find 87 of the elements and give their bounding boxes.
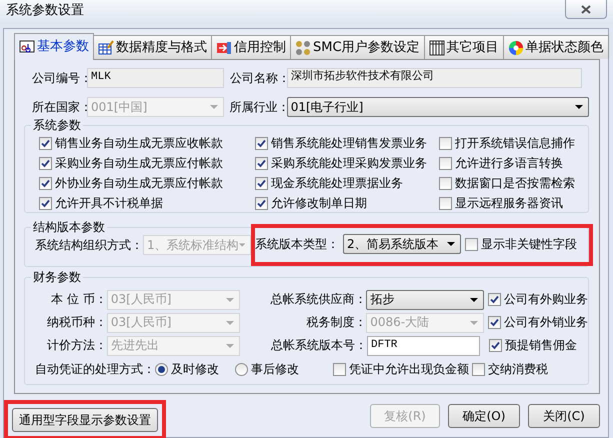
tab[interactable]: 信用控制 — [211, 35, 291, 59]
radio-button[interactable] — [235, 362, 248, 376]
field-label: 计价方法： — [46, 338, 107, 353]
radio-label: 事后修改 — [251, 362, 299, 376]
checkbox[interactable]: 数据窗口是否按需检索 — [438, 173, 588, 193]
checkbox[interactable]: 凭证中允许出现负金额 — [333, 359, 469, 379]
field-label: 公司名称： — [230, 70, 287, 86]
window-title: 系统参数设置 — [5, 2, 84, 19]
caret-icon — [210, 105, 218, 109]
checkbox[interactable]: 销售系统能处理销售发票业务 — [254, 133, 439, 153]
checkbox[interactable]: 销售业务自动生成无票应收帐款 — [39, 133, 255, 153]
checkbox[interactable]: 现金系统能处理票据业务 — [254, 173, 439, 193]
close-button[interactable] — [565, 0, 607, 19]
checkbox[interactable]: 采购业务自动生成无票应付帐款 — [39, 153, 255, 173]
tab[interactable]: 单据状态颜色 — [502, 35, 609, 59]
dropdown[interactable]: 01[电子行业] — [286, 97, 589, 117]
dropdown: 0086-大陆 — [366, 312, 484, 332]
checkbox[interactable]: 预提销售佣金 — [489, 336, 577, 356]
tab[interactable]: 基本参数 — [14, 33, 94, 60]
caret-icon — [447, 242, 455, 246]
check-icon — [491, 341, 500, 350]
caret-icon — [226, 320, 234, 324]
field-label: 税务制度： — [305, 315, 366, 330]
caret-icon — [575, 105, 583, 109]
color-wheel-icon — [508, 40, 524, 56]
check-icon — [490, 318, 499, 327]
field-label: 总帐系统供应商： — [269, 292, 366, 307]
checkbox[interactable]: 允许进行多语言转换 — [438, 153, 588, 173]
caret-icon — [470, 298, 478, 302]
check-icon — [256, 138, 266, 148]
caret-icon — [470, 320, 478, 324]
text-field[interactable]: DFTR — [367, 336, 480, 356]
field-label: 系统结构组织方式： — [35, 238, 143, 252]
gears-icon — [295, 40, 311, 56]
radio-button[interactable] — [155, 362, 168, 376]
check-icon — [41, 178, 50, 188]
text-field: 深圳市拓步软件技术有限公司 — [287, 68, 582, 88]
field-label: 系统版本类型： — [255, 236, 339, 252]
table-icon — [428, 40, 445, 56]
tab[interactable]: 其它项目 — [424, 35, 504, 59]
caret-icon — [226, 298, 234, 302]
dialog-button[interactable]: 关闭(C) — [528, 404, 600, 428]
dialog-button[interactable]: 确定(O) — [448, 404, 520, 428]
check-icon — [41, 138, 50, 148]
text-edit-icon — [19, 39, 35, 55]
checkbox[interactable]: 显示非关键性字段 — [465, 234, 577, 254]
tab[interactable]: 数据精度与格式 — [93, 35, 212, 59]
check-icon — [490, 295, 499, 304]
field-label: 公司编号： — [32, 70, 87, 86]
checkbox[interactable]: 公司有外购业务 — [488, 290, 588, 310]
grid-pencil-icon — [98, 40, 114, 56]
dropdown[interactable]: 拓步 — [366, 290, 484, 310]
checkbox[interactable]: 公司有外销业务 — [488, 312, 588, 332]
field-label: 所属行业： — [230, 100, 287, 114]
checkbox[interactable]: 交纳消费税 — [472, 359, 548, 379]
tab[interactable]: SMC用户参数设定 — [290, 35, 425, 59]
group-title: 系统参数 — [31, 118, 83, 132]
dropdown[interactable]: 2、简易系统版本 — [343, 234, 461, 254]
dropdown: 03[人民币] — [106, 312, 240, 332]
checkbox[interactable]: 外协业务自动生成无票应付帐款 — [39, 173, 255, 193]
close-icon — [581, 4, 591, 14]
dropdown: 先进先出 — [107, 336, 240, 356]
check-icon — [256, 178, 266, 188]
dialog-button[interactable]: 通用型字段显示参数设置 — [12, 408, 158, 432]
radio-label: 及时修改 — [171, 362, 219, 376]
checkbox[interactable]: 采购系统能处理采购发票业务 — [254, 153, 439, 173]
dropdown: 1、系统标准结构 — [143, 235, 251, 255]
field-label: 自动凭证的处理方式： — [35, 362, 155, 376]
checkbox[interactable]: 允许开具不计税单据 — [39, 193, 255, 213]
group-title: 财务参数 — [31, 270, 83, 284]
field-label: 所在国家： — [32, 100, 87, 114]
group-title: 结构版本参数 — [31, 220, 107, 234]
caret-icon — [238, 243, 245, 247]
caret-icon — [226, 344, 234, 348]
dropdown: 03[人民币] — [106, 290, 240, 310]
dropdown: 001[中国] — [87, 97, 224, 117]
checkbox[interactable]: 显示远程服务器资讯 — [438, 193, 588, 213]
check-icon — [41, 158, 50, 168]
check-icon — [41, 198, 50, 208]
field-label: 总帐系统版本号： — [270, 338, 367, 353]
checkbox[interactable]: 允许修改制单日期 — [254, 193, 439, 213]
field-label: 本 位 币： — [50, 292, 107, 307]
check-icon — [256, 198, 266, 208]
field-label: 纳税币种： — [46, 315, 107, 330]
checkbox[interactable]: 打开系统错误信息捕作 — [438, 133, 588, 153]
text-field: MLK — [87, 68, 224, 88]
check-icon — [256, 158, 266, 168]
